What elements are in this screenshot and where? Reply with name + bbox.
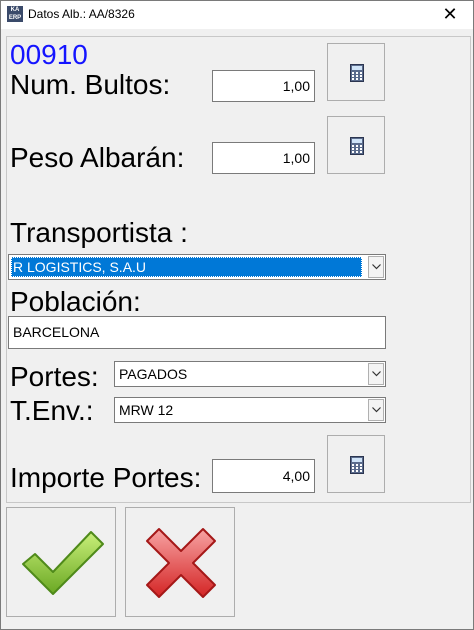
transportista-label: Transportista : bbox=[10, 217, 188, 248]
albaran-code: 00910 bbox=[10, 39, 88, 70]
calculator-icon bbox=[350, 64, 364, 82]
bultos-input[interactable]: 1,00 bbox=[212, 70, 315, 102]
transportista-select[interactable]: R LOGISTICS, S.A.U bbox=[8, 254, 386, 280]
chevron-down-icon bbox=[372, 371, 381, 377]
poblacion-input[interactable]: BARCELONA bbox=[8, 316, 386, 349]
transportista-dropdown-button[interactable] bbox=[368, 256, 384, 278]
poblacion-label: Población: bbox=[10, 286, 141, 317]
title-bar: KA ERP Datos Alb.: AA/8326 ✕ bbox=[1, 1, 473, 29]
ok-button[interactable] bbox=[6, 507, 116, 617]
peso-label: Peso Albarán: bbox=[10, 142, 185, 173]
tenv-dropdown-button[interactable] bbox=[368, 399, 384, 421]
chevron-down-icon bbox=[372, 264, 381, 270]
checkmark-icon bbox=[22, 531, 104, 595]
cancel-button[interactable] bbox=[125, 507, 235, 617]
dialog-window: KA ERP Datos Alb.: AA/8326 ✕ 00910 Num. … bbox=[0, 0, 474, 630]
bultos-calculator-button[interactable] bbox=[327, 43, 385, 101]
portes-dropdown-button[interactable] bbox=[368, 363, 384, 385]
cross-icon bbox=[146, 528, 216, 598]
transportista-selected-value: R LOGISTICS, S.A.U bbox=[11, 257, 362, 277]
peso-input[interactable]: 1,00 bbox=[212, 142, 315, 174]
tenv-select[interactable]: MRW 12 bbox=[114, 397, 386, 423]
tenv-selected-value: MRW 12 bbox=[119, 402, 174, 418]
tenv-label: T.Env.: bbox=[10, 395, 94, 426]
calculator-icon bbox=[350, 137, 364, 155]
portes-label: Portes: bbox=[10, 361, 99, 392]
peso-calculator-button[interactable] bbox=[327, 116, 385, 174]
importe-input[interactable]: 4,00 bbox=[212, 459, 315, 493]
calculator-icon bbox=[350, 456, 364, 474]
close-button[interactable]: ✕ bbox=[427, 1, 473, 29]
portes-select[interactable]: PAGADOS bbox=[114, 361, 386, 387]
chevron-down-icon bbox=[372, 407, 381, 413]
window-title: Datos Alb.: AA/8326 bbox=[28, 7, 135, 21]
importe-label: Importe Portes: bbox=[10, 462, 202, 493]
app-logo-icon: KA ERP bbox=[7, 6, 23, 22]
importe-calculator-button[interactable] bbox=[327, 435, 385, 493]
portes-selected-value: PAGADOS bbox=[119, 366, 188, 382]
bultos-label: Num. Bultos: bbox=[10, 69, 171, 100]
